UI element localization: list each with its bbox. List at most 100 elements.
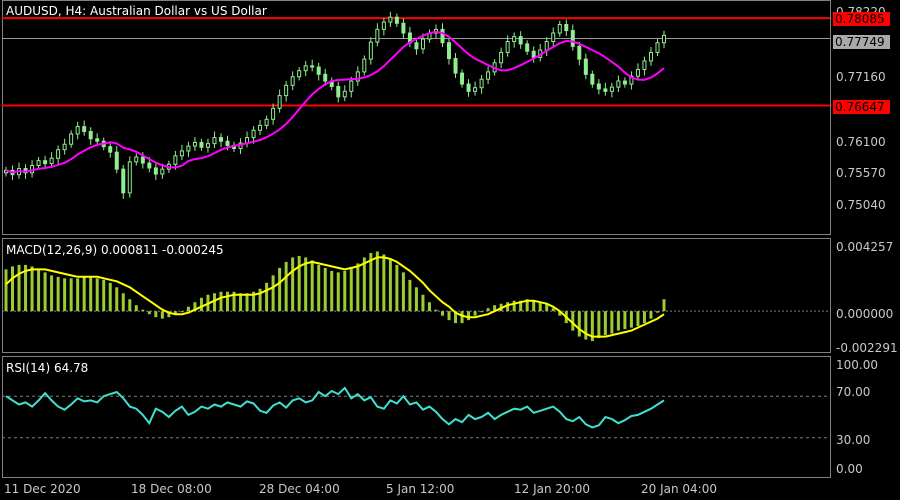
- macd-histogram-bar: [226, 291, 230, 312]
- current-price-tag: 0.77749: [833, 35, 890, 49]
- candle-body: [127, 161, 132, 194]
- macd-histogram-bar: [447, 311, 451, 321]
- candle-body: [655, 42, 660, 53]
- macd-histogram-bar: [467, 311, 471, 321]
- candle-body: [218, 137, 223, 142]
- candle-body: [43, 160, 48, 165]
- price-chart-title: AUDUSD, H4: Australian Dollar vs US Doll…: [6, 4, 267, 18]
- macd-histogram-bar: [69, 278, 73, 312]
- candle-body: [394, 16, 399, 24]
- macd-histogram-bar: [382, 254, 386, 312]
- candle-body: [635, 68, 640, 77]
- macd-histogram-bar: [473, 311, 477, 316]
- macd-histogram-bar: [362, 257, 366, 312]
- macd-histogram-bar: [343, 270, 347, 312]
- candle-body: [271, 107, 276, 120]
- candle-body: [531, 50, 536, 58]
- macd-histogram-bar: [577, 311, 581, 337]
- candle-body: [616, 80, 621, 88]
- candle-body: [420, 38, 425, 50]
- price-tick: 0.76100: [836, 135, 886, 149]
- price-panel-border: [2, 0, 831, 235]
- macd-histogram-bar: [655, 311, 659, 313]
- macd-histogram-bar: [63, 278, 67, 312]
- candle-body: [95, 138, 100, 142]
- candle-body: [108, 146, 113, 153]
- macd-histogram-bar: [141, 309, 145, 312]
- candle-body: [453, 58, 458, 74]
- candle-body: [336, 85, 341, 98]
- candle-body: [512, 36, 517, 43]
- resistance-level-tag: 0.78085: [833, 12, 890, 26]
- macd-histogram-bar: [603, 311, 607, 336]
- candle-body: [375, 28, 380, 43]
- rsi-tick: 100.00: [836, 358, 878, 372]
- candle-body: [114, 151, 119, 170]
- candle-body: [648, 51, 653, 62]
- candle-body: [603, 88, 608, 92]
- macd-histogram-bar: [95, 278, 99, 312]
- candle-body: [596, 83, 601, 90]
- candle-body: [225, 140, 230, 146]
- candle-body: [160, 168, 165, 175]
- macd-histogram-bar: [128, 299, 132, 312]
- macd-histogram-bar: [219, 291, 223, 312]
- macd-histogram-bar: [480, 311, 484, 313]
- macd-histogram-bar: [89, 276, 93, 312]
- macd-histogram-bar: [37, 269, 41, 312]
- candle-body: [140, 156, 145, 164]
- candle-body: [388, 16, 393, 23]
- candle-body: [342, 90, 347, 98]
- macd-histogram-bar: [4, 269, 8, 312]
- time-tick: 12 Jan 20:00: [514, 482, 590, 496]
- candle-body: [251, 129, 256, 139]
- candle-body: [258, 124, 263, 131]
- candle-body: [212, 137, 217, 145]
- macd-histogram-bar: [460, 311, 464, 324]
- macd-histogram-bar: [538, 302, 542, 312]
- panel-frames: [2, 0, 831, 478]
- macd-histogram-bar: [317, 264, 321, 312]
- candle-body: [486, 71, 491, 80]
- candle-body: [544, 41, 549, 51]
- macd-histogram-bar: [323, 267, 327, 312]
- macd-histogram-bar: [629, 311, 633, 328]
- macd-histogram-bar: [427, 302, 431, 312]
- candle-body: [264, 118, 269, 126]
- support-level-tag: 0.76647: [833, 100, 890, 114]
- macd-histogram-bar: [486, 308, 490, 312]
- candle-body: [62, 143, 67, 151]
- macd-histogram-bar: [440, 311, 444, 316]
- macd-histogram-bar: [199, 297, 203, 312]
- candle-body: [323, 73, 328, 82]
- macd-histogram-bar: [616, 311, 620, 331]
- macd-histogram-bar: [623, 311, 627, 330]
- candle-body: [505, 41, 510, 53]
- candle-body: [56, 149, 61, 159]
- macd-histogram-bar: [291, 257, 295, 312]
- macd-histogram-bar: [597, 311, 601, 339]
- macd-histogram-bar: [108, 282, 112, 312]
- candle-body: [134, 156, 139, 163]
- candle-body: [590, 73, 595, 85]
- candle-body: [499, 51, 504, 64]
- candle-body: [609, 86, 614, 92]
- candle-body: [518, 36, 523, 45]
- candle-body: [642, 60, 647, 70]
- macd-histogram-bar: [434, 309, 438, 312]
- macd-histogram-bar: [265, 282, 269, 312]
- candle-body: [466, 83, 471, 92]
- rsi-tick: 30.00: [836, 433, 871, 447]
- candle-body: [297, 70, 302, 78]
- macd-histogram-bar: [160, 311, 164, 319]
- time-tick: 5 Jan 12:00: [386, 482, 455, 496]
- candle-body: [551, 32, 556, 43]
- rsi-panel-border: [2, 356, 831, 478]
- candle-body: [414, 42, 419, 50]
- macd-histogram-bar: [388, 258, 392, 312]
- macd-histogram-bar: [43, 272, 47, 312]
- candle-body: [199, 141, 204, 148]
- candle-body: [381, 21, 386, 30]
- candle-body: [662, 34, 666, 44]
- macd-histogram-bar: [17, 264, 21, 312]
